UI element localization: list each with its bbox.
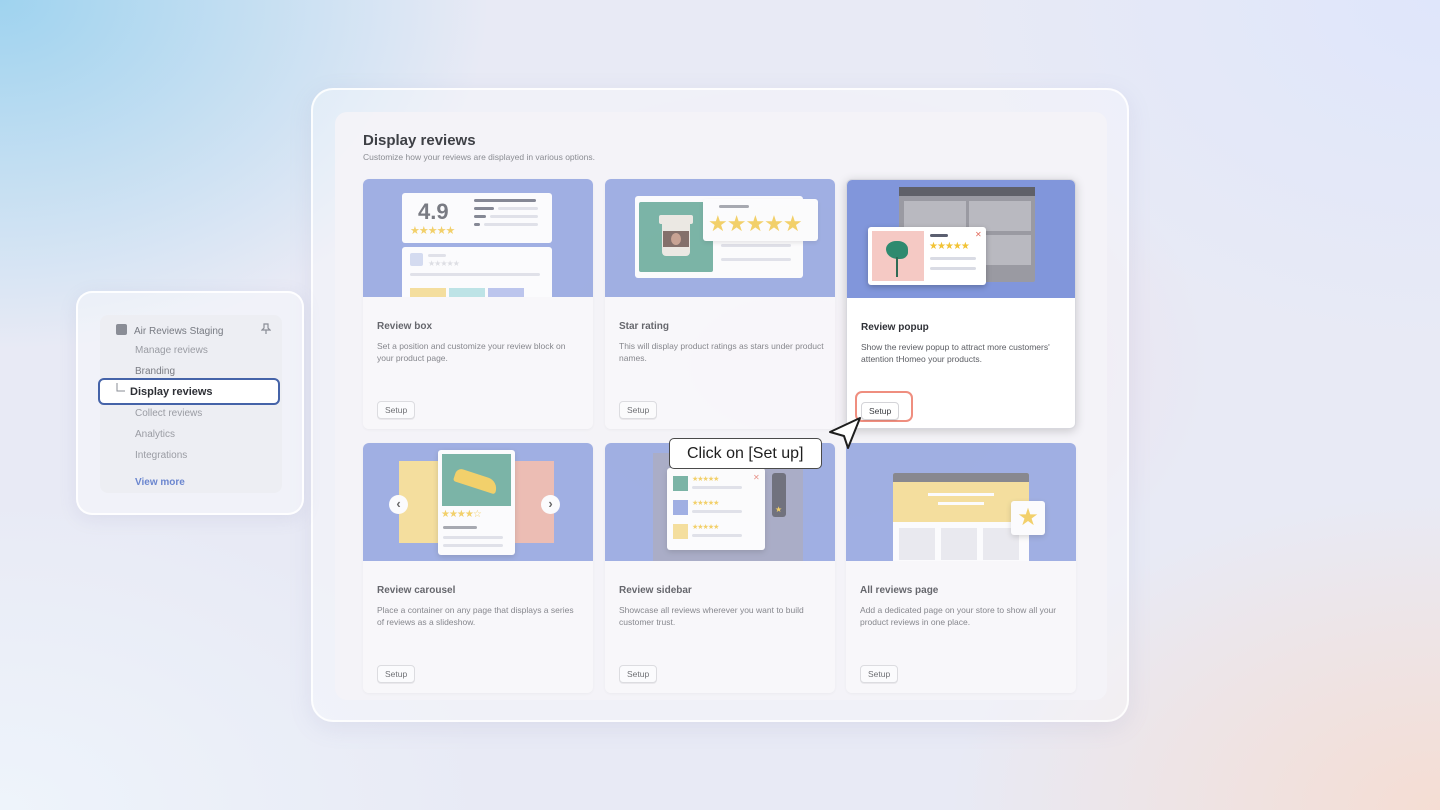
coffee-cup-icon (639, 202, 713, 272)
plant-icon (872, 231, 924, 281)
card-star-rating: ★★★★★ Star rating This will display prod… (605, 179, 835, 429)
card-description: Show the review popup to attract more cu… (861, 342, 1050, 364)
card-title: Review box (377, 321, 433, 332)
review-box-illustration: 4.9 ★★★★★ ★★★★★ (363, 179, 593, 297)
stars-badge: ★★★★★ (703, 199, 818, 241)
star-rating-illustration: ★★★★★ (605, 179, 835, 297)
sidebar-item-analytics[interactable]: Analytics (135, 429, 175, 440)
star-badge-icon: ★ (1011, 501, 1045, 535)
sneaker-icon (442, 454, 511, 506)
sidebar-item-label: Display reviews (130, 386, 213, 398)
tree-branch-icon (116, 383, 125, 392)
carousel-prev-icon[interactable]: ‹ (389, 495, 408, 514)
sidebar-zoom-callout: Air Reviews Staging Manage reviews Brand… (76, 291, 304, 515)
stars-icon: ★★★★★ (708, 211, 803, 236)
setup-button[interactable]: Setup (377, 665, 416, 683)
sidebar-stars: ★★★★★ (692, 524, 719, 531)
popup-box: ✕ ★★★★★ (868, 227, 986, 285)
carousel-stars: ★★★★☆ (441, 509, 482, 520)
setup-button[interactable]: Setup (377, 401, 416, 419)
rating-stars: ★★★★★ (410, 225, 455, 237)
card-review-carousel: ★★★★☆ ‹ › Review carousel Place a contai… (363, 443, 593, 693)
card-description: This will display product ratings as sta… (619, 341, 824, 363)
instruction-tooltip: Click on [Set up] (669, 438, 822, 469)
card-description: Add a dedicated page on your store to sh… (860, 605, 1057, 627)
sidebar-nav: Air Reviews Staging Manage reviews Brand… (98, 315, 282, 493)
rating-summary-box: 4.9 ★★★★★ (402, 193, 552, 243)
display-reviews-frame: Display reviews Customize how your revie… (311, 88, 1129, 722)
app-header: Air Reviews Staging (116, 324, 223, 337)
card-review-popup: ✕ ★★★★★ Review popup Show the review pop… (846, 179, 1076, 429)
setup-button[interactable]: Setup (619, 665, 658, 683)
close-icon: ✕ (975, 230, 982, 239)
setup-button[interactable]: Setup (619, 401, 658, 419)
mouse-pointer-icon (829, 417, 861, 449)
carousel-next-icon[interactable]: › (541, 495, 560, 514)
sidebar-item-collect-reviews[interactable]: Collect reviews (135, 408, 202, 419)
sidebar-tab: ★ (772, 473, 786, 517)
sidebar-stars: ★★★★★ (692, 476, 719, 483)
review-popup-illustration: ✕ ★★★★★ (847, 180, 1075, 298)
carousel-review-card: ★★★★☆ (438, 450, 515, 555)
close-icon: ✕ (753, 473, 760, 482)
sidebar-stars: ★★★★★ (692, 500, 719, 507)
app-icon (116, 324, 127, 335)
card-description: Showcase all reviews wherever you want t… (619, 605, 804, 627)
card-title: Review sidebar (619, 585, 692, 596)
card-review-box: 4.9 ★★★★★ ★★★★★ Review box Set a positio… (363, 179, 593, 429)
card-title: All reviews page (860, 585, 939, 596)
all-reviews-page-illustration: ★ (846, 443, 1076, 561)
sidebar-item-branding[interactable]: Branding (135, 366, 175, 377)
reviews-page-mockup (893, 473, 1029, 561)
view-more-link[interactable]: View more (135, 477, 185, 488)
review-entry-box: ★★★★★ (402, 247, 552, 297)
card-description: Place a container on any page that displ… (377, 605, 574, 627)
page-title: Display reviews (363, 132, 476, 149)
avatar (410, 253, 423, 266)
card-title: Review popup (861, 322, 929, 333)
pin-icon[interactable] (261, 323, 271, 335)
display-reviews-panel: Display reviews Customize how your revie… (335, 112, 1107, 700)
sidebar-review-list: ★★★★★ ★★★★★ ★★★★★ ✕ (667, 468, 765, 550)
page-subtitle: Customize how your reviews are displayed… (363, 152, 595, 162)
sidebar-item-manage-reviews[interactable]: Manage reviews (135, 345, 208, 356)
card-title: Star rating (619, 321, 670, 332)
sidebar-item-integrations[interactable]: Integrations (135, 450, 187, 461)
card-title: Review carousel (377, 585, 456, 596)
rating-value: 4.9 (418, 199, 449, 224)
setup-button[interactable]: Setup (860, 665, 899, 683)
sidebar-item-display-reviews[interactable]: Display reviews (98, 378, 280, 405)
popup-stars: ★★★★★ (929, 241, 970, 252)
card-all-reviews-page: ★ All reviews page Add a dedicated page … (846, 443, 1076, 693)
review-stars: ★★★★★ (428, 259, 460, 268)
setup-button-highlighted[interactable]: Setup (861, 402, 900, 420)
card-description: Set a position and customize your review… (377, 341, 566, 363)
app-name: Air Reviews Staging (134, 326, 224, 337)
card-review-sidebar: ★★★★★ ★★★★★ ★★★★★ ✕ ★ Review sidebar Sho… (605, 443, 835, 693)
review-carousel-illustration: ★★★★☆ ‹ › (363, 443, 593, 561)
